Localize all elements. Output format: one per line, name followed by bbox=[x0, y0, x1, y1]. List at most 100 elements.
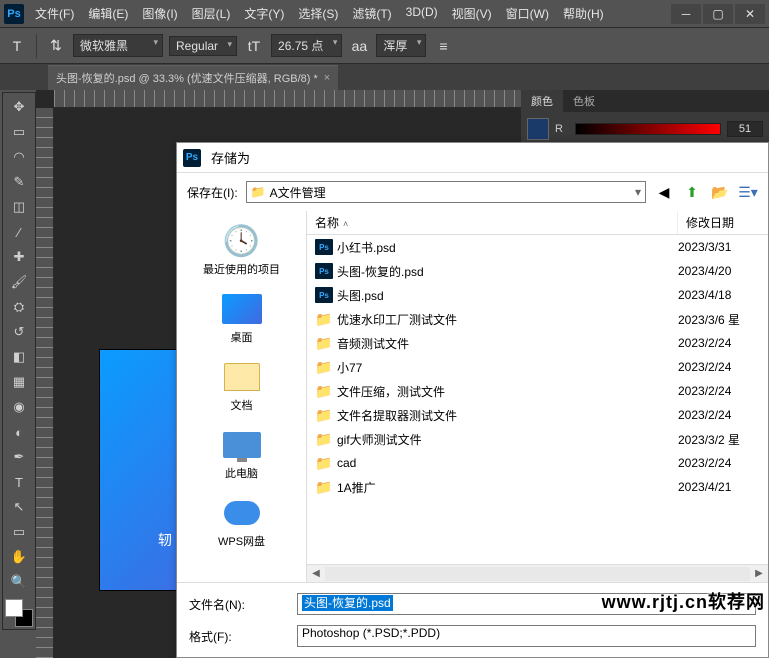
file-row[interactable]: Ps头图.psd2023/4/18 bbox=[307, 283, 768, 307]
file-row[interactable]: 📁小772023/2/24 bbox=[307, 355, 768, 379]
panel-tab-swatches[interactable]: 色板 bbox=[563, 90, 605, 112]
font-size-icon: tT bbox=[243, 35, 265, 57]
menu-item-7[interactable]: 3D(D) bbox=[399, 5, 445, 22]
font-size-dropdown[interactable]: 26.75 点 bbox=[271, 34, 342, 57]
file-row[interactable]: 📁1A推广2023/4/21 bbox=[307, 475, 768, 499]
slider-r-label: R bbox=[555, 123, 569, 135]
view-menu-button[interactable]: ☰▾ bbox=[738, 182, 758, 202]
file-row[interactable]: 📁优速水印工厂测试文件2023/3/6 星 bbox=[307, 307, 768, 331]
shape-tool[interactable]: ▭ bbox=[5, 520, 33, 544]
filename-input[interactable]: 头图-恢复的.psd bbox=[297, 593, 756, 615]
dialog-app-icon: Ps bbox=[183, 149, 201, 167]
antialias-dropdown[interactable]: 浑厚 bbox=[376, 34, 426, 57]
file-row[interactable]: 📁文件压缩，测试文件2023/2/24 bbox=[307, 379, 768, 403]
file-row[interactable]: Ps头图-恢复的.psd2023/4/20 bbox=[307, 259, 768, 283]
menu-item-5[interactable]: 选择(S) bbox=[291, 5, 345, 22]
lasso-tool[interactable]: ◠ bbox=[5, 145, 33, 169]
file-name: 小红书.psd bbox=[337, 239, 678, 256]
menu-item-6[interactable]: 滤镜(T) bbox=[345, 5, 398, 22]
menu-item-8[interactable]: 视图(V) bbox=[445, 5, 499, 22]
type-tool[interactable]: T bbox=[5, 470, 33, 494]
file-row[interactable]: 📁cad2023/2/24 bbox=[307, 451, 768, 475]
font-style-dropdown[interactable]: Regular bbox=[169, 36, 237, 56]
window-maximize-button[interactable]: ▢ bbox=[703, 4, 733, 24]
place-desktop[interactable]: 桌面 bbox=[217, 287, 267, 349]
file-row[interactable]: 📁gif大师测试文件2023/3/2 星 bbox=[307, 427, 768, 451]
folder-icon: 📁 bbox=[315, 407, 333, 423]
quick-select-tool[interactable]: ✎ bbox=[5, 170, 33, 194]
place-recent[interactable]: 🕓最近使用的项目 bbox=[199, 219, 284, 281]
dialog-titlebar[interactable]: Ps 存储为 bbox=[177, 143, 768, 173]
tab-close-button[interactable]: × bbox=[324, 72, 330, 84]
slider-r-value[interactable]: 51 bbox=[727, 121, 763, 137]
folder-dropdown[interactable]: 📁 A文件管理 ▾ bbox=[246, 181, 646, 203]
eyedropper-tool[interactable]: ∕ bbox=[5, 220, 33, 244]
save-in-label: 保存在(I): bbox=[187, 184, 238, 201]
file-date: 2023/3/6 星 bbox=[678, 311, 760, 328]
slider-r[interactable] bbox=[575, 123, 721, 135]
format-label: 格式(F): bbox=[189, 628, 289, 645]
folder-icon: 📁 bbox=[251, 185, 266, 199]
scroll-left-button[interactable]: ◀ bbox=[307, 568, 325, 579]
psd-file-icon: Ps bbox=[315, 239, 333, 255]
menu-item-2[interactable]: 图像(I) bbox=[135, 5, 184, 22]
folder-name: A文件管理 bbox=[270, 184, 326, 201]
tool-preset-icon[interactable]: T bbox=[6, 35, 28, 57]
window-minimize-button[interactable]: ─ bbox=[671, 4, 701, 24]
path-select-tool[interactable]: ↖ bbox=[5, 495, 33, 519]
healing-tool[interactable]: ✚ bbox=[5, 245, 33, 269]
filename-label: 文件名(N): bbox=[189, 596, 289, 613]
column-header-date[interactable]: 修改日期 bbox=[678, 211, 768, 234]
file-row[interactable]: 📁音频测试文件2023/2/24 bbox=[307, 331, 768, 355]
column-header-name[interactable]: 名称˄ bbox=[307, 211, 678, 234]
nav-new-folder-button[interactable]: 📂 bbox=[710, 182, 730, 202]
file-date: 2023/2/24 bbox=[678, 384, 760, 398]
foreground-color[interactable] bbox=[5, 599, 23, 617]
place-wps[interactable]: WPS网盘 bbox=[214, 491, 269, 553]
menu-item-10[interactable]: 帮助(H) bbox=[556, 5, 611, 22]
file-date: 2023/2/24 bbox=[678, 336, 760, 350]
folder-icon: 📁 bbox=[315, 455, 333, 471]
hand-tool[interactable]: ✋ bbox=[5, 545, 33, 569]
file-row[interactable]: Ps小红书.psd2023/3/31 bbox=[307, 235, 768, 259]
sort-indicator-icon: ˄ bbox=[343, 219, 348, 229]
crop-tool[interactable]: ◫ bbox=[5, 195, 33, 219]
font-family-dropdown[interactable]: 微软雅黑 bbox=[73, 34, 163, 57]
folder-icon: 📁 bbox=[315, 383, 333, 399]
scroll-right-button[interactable]: ▶ bbox=[750, 568, 768, 579]
eraser-tool[interactable]: ◧ bbox=[5, 345, 33, 369]
horizontal-scrollbar[interactable]: ◀ ▶ bbox=[307, 564, 768, 582]
orientation-icon[interactable]: ⇅ bbox=[45, 35, 67, 57]
menu-item-4[interactable]: 文字(Y) bbox=[237, 5, 291, 22]
file-row[interactable]: 📁文件名提取器测试文件2023/2/24 bbox=[307, 403, 768, 427]
dodge-tool[interactable]: ◐ bbox=[5, 420, 33, 444]
pen-tool[interactable]: ✒ bbox=[5, 445, 33, 469]
color-preview-swatch[interactable] bbox=[527, 118, 549, 140]
window-close-button[interactable]: ✕ bbox=[735, 4, 765, 24]
nav-back-button[interactable]: ◀ bbox=[654, 182, 674, 202]
color-swatch[interactable] bbox=[5, 599, 33, 627]
panel-tab-color[interactable]: 颜色 bbox=[521, 90, 563, 112]
menu-item-0[interactable]: 文件(F) bbox=[28, 5, 81, 22]
menu-item-3[interactable]: 图层(L) bbox=[185, 5, 238, 22]
gradient-tool[interactable]: ▦ bbox=[5, 370, 33, 394]
move-tool[interactable]: ✥ bbox=[5, 95, 33, 119]
document-tab[interactable]: 头图-恢复的.psd @ 33.3% (优速文件压缩器, RGB/8) * × bbox=[48, 65, 338, 90]
zoom-tool[interactable]: 🔍 bbox=[5, 570, 33, 594]
format-dropdown[interactable]: Photoshop (*.PSD;*.PDD) bbox=[297, 625, 756, 647]
align-left-icon[interactable]: ≡ bbox=[432, 35, 454, 57]
blur-tool[interactable]: ◉ bbox=[5, 395, 33, 419]
history-brush-tool[interactable]: ↺ bbox=[5, 320, 33, 344]
menu-item-1[interactable]: 编辑(E) bbox=[81, 5, 135, 22]
ruler-horizontal[interactable] bbox=[54, 90, 521, 108]
stamp-tool[interactable]: ⛭ bbox=[5, 295, 33, 319]
scroll-track[interactable] bbox=[325, 567, 750, 581]
nav-up-button[interactable]: ⬆ bbox=[682, 182, 702, 202]
place-this-pc[interactable]: 此电脑 bbox=[217, 423, 267, 485]
menu-item-9[interactable]: 窗口(W) bbox=[499, 5, 556, 22]
marquee-tool[interactable]: ▭ bbox=[5, 120, 33, 144]
ruler-vertical[interactable] bbox=[36, 108, 54, 658]
file-date: 2023/3/31 bbox=[678, 240, 760, 254]
place-documents[interactable]: 文档 bbox=[217, 355, 267, 417]
brush-tool[interactable]: 🖌 bbox=[5, 270, 33, 294]
